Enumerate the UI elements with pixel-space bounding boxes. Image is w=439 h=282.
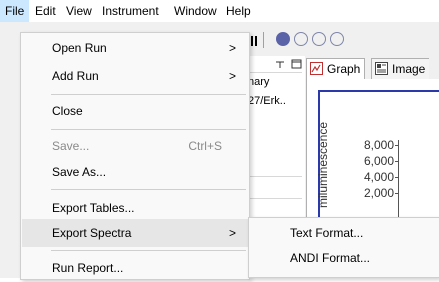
menu-item-label: Close bbox=[52, 104, 83, 118]
y-tick-label: 6,000 bbox=[363, 154, 394, 168]
chevron-right-icon: > bbox=[228, 226, 236, 240]
menu-view[interactable]: View bbox=[61, 0, 97, 22]
menu-label: Window bbox=[174, 4, 217, 18]
maximize-icon[interactable] bbox=[291, 59, 302, 69]
tab-label: Image bbox=[392, 62, 426, 76]
menu-item-andi-format[interactable]: ANDI Format... bbox=[250, 246, 439, 271]
menu-help[interactable]: Help bbox=[221, 0, 256, 22]
file-menu-dropdown: Open Run > Add Run > Close Save... Ctrl+… bbox=[20, 32, 250, 280]
menu-item-text-format[interactable]: Text Format... bbox=[250, 221, 439, 246]
menu-item-label: Save... bbox=[52, 139, 90, 153]
tab-image[interactable]: Image bbox=[371, 58, 430, 79]
record-empty-icon[interactable] bbox=[294, 32, 308, 46]
menu-label: Help bbox=[226, 4, 251, 18]
menu-window[interactable]: Window bbox=[169, 0, 222, 22]
menu-label: Instrument bbox=[102, 4, 159, 18]
menu-separator bbox=[51, 250, 246, 251]
menu-separator bbox=[51, 129, 246, 130]
menu-label: File bbox=[5, 4, 25, 18]
panel-text: 27/Erk.. bbox=[248, 95, 286, 107]
pin-icon[interactable] bbox=[276, 61, 284, 68]
menu-item-save-as[interactable]: Save As... bbox=[22, 158, 248, 186]
menu-separator bbox=[51, 189, 246, 190]
record-empty-icon[interactable] bbox=[312, 32, 326, 46]
menu-label: View bbox=[66, 4, 92, 18]
menu-edit[interactable]: Edit bbox=[30, 0, 61, 22]
chevron-right-icon: > bbox=[228, 69, 236, 83]
record-filled-icon[interactable] bbox=[276, 32, 290, 46]
tab-label: Graph bbox=[327, 62, 361, 76]
menu-item-export-spectra[interactable]: Export Spectra > bbox=[22, 219, 248, 247]
y-axis-label: miluminescence bbox=[316, 121, 330, 208]
menu-separator bbox=[51, 94, 246, 95]
menu-item-label: Save As... bbox=[52, 165, 107, 179]
menu-item-label: Add Run bbox=[52, 69, 99, 83]
chevron-right-icon: > bbox=[228, 41, 236, 55]
shortcut-label: Ctrl+S bbox=[188, 139, 222, 153]
menu-item-add-run[interactable]: Add Run > bbox=[22, 62, 248, 90]
y-tick-label: 4,000 bbox=[363, 170, 394, 184]
menu-item-close[interactable]: Close bbox=[22, 97, 248, 125]
menu-item-label: Open Run bbox=[52, 41, 107, 55]
y-tick-label: 2,000 bbox=[363, 186, 394, 200]
menu-file[interactable]: File bbox=[0, 0, 30, 22]
menu-bar: File Edit View Instrument Window Help bbox=[0, 0, 439, 22]
panel-controls bbox=[276, 59, 302, 69]
menu-item-export-tables[interactable]: Export Tables... bbox=[22, 194, 248, 222]
record-empty-icon[interactable] bbox=[330, 32, 344, 46]
menu-instrument[interactable]: Instrument bbox=[97, 0, 164, 22]
export-spectra-submenu: Text Format... ANDI Format... bbox=[248, 217, 439, 278]
menu-item-label: Export Spectra bbox=[52, 226, 132, 240]
menu-label: Edit bbox=[35, 4, 56, 18]
image-icon bbox=[375, 62, 388, 75]
graph-icon bbox=[310, 62, 323, 75]
pause-icon[interactable] bbox=[251, 36, 253, 46]
menu-item-open-run[interactable]: Open Run > bbox=[22, 34, 248, 62]
menu-item-label: Text Format... bbox=[290, 226, 364, 240]
menu-item-save[interactable]: Save... Ctrl+S bbox=[22, 132, 248, 160]
panel-text: nary bbox=[248, 76, 270, 88]
menu-item-label: ANDI Format... bbox=[290, 251, 371, 265]
tab-graph[interactable]: Graph bbox=[306, 58, 366, 80]
y-tick-label: 8,000 bbox=[363, 138, 394, 152]
menu-item-label: Export Tables... bbox=[52, 201, 135, 215]
toolbar-separator bbox=[263, 32, 264, 48]
